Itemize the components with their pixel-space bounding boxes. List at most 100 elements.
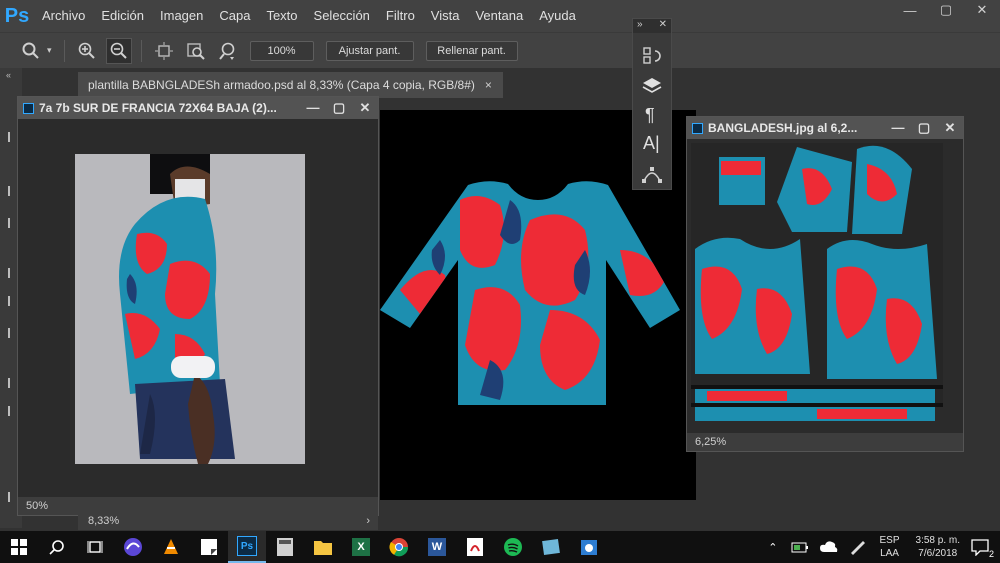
window-titlebar[interactable]: BANGLADESH.jpg al 6,2... — ▢ ✕ [687,117,963,139]
paragraph-icon[interactable]: ¶ [645,105,655,126]
zoom-in-icon [78,42,95,59]
history-icon [643,47,661,64]
battery-icon[interactable] [791,539,809,555]
window-titlebar[interactable]: 7a 7b SUR DE FRANCIA 72X64 BAJA (2)... —… [18,97,378,119]
chevron-up-icon[interactable]: ⌃ [768,541,777,554]
menu-item-ventana[interactable]: Ventana [467,0,531,32]
taskbar-app[interactable] [152,531,190,563]
close-icon[interactable]: ✕ [352,100,378,116]
taskbar-app[interactable] [532,531,570,563]
zoom-level[interactable]: 50% [26,500,48,512]
layers-panel-button[interactable] [641,75,663,102]
taskbar-app-photoshop[interactable]: Ps [228,531,266,563]
chevron-down-icon[interactable]: ▾ [47,45,52,56]
minimize-icon: — [903,2,917,18]
photoshop-logo[interactable]: Ps [0,0,34,32]
maximize-icon: ▢ [939,2,953,17]
taskbar-app[interactable] [494,531,532,563]
taskbar-app[interactable]: X [342,531,380,563]
zoom-level[interactable]: 6,25% [695,436,726,448]
status-arrow-icon[interactable]: › [366,515,370,527]
tool-icon[interactable] [8,406,16,416]
search-button[interactable] [38,531,76,563]
close-button[interactable]: ✕ [964,0,1000,20]
window-controls: — ▢ ✕ [892,0,1000,20]
calendar-app-icon [581,540,597,555]
zoom-all-windows-button[interactable] [183,38,209,64]
menu-item-filtro[interactable]: Filtro [378,0,423,32]
tool-icon[interactable] [8,268,16,278]
document-window-model[interactable]: 7a 7b SUR DE FRANCIA 72X64 BAJA (2)... —… [17,96,379,516]
main-zoom-level[interactable]: 8,33% [88,515,119,527]
taskbar-app[interactable] [190,531,228,563]
menu-item-capa[interactable]: Capa [211,0,258,32]
document-tab-title: plantilla BABNGLADESh armadoo.psd al 8,3… [88,78,475,92]
tool-icon[interactable] [8,378,16,388]
minimize-button[interactable]: — [892,0,928,20]
taskbar-app[interactable] [456,531,494,563]
scrubby-zoom-button[interactable] [215,38,241,64]
close-icon[interactable]: ✕ [659,19,667,33]
taskbar-app[interactable] [380,531,418,563]
menu-items: Archivo Edición Imagen Capa Texto Selección Fi… [34,0,584,32]
close-icon[interactable]: ✕ [937,120,963,136]
window-title: BANGLADESH.jpg al 6,2... [708,121,858,135]
zoom-tool-preset[interactable] [18,38,44,64]
search-icon [49,540,64,555]
taskbar-app[interactable] [304,531,342,563]
zoom-100-button[interactable]: 100% [249,40,314,61]
notification-center-button[interactable]: 2 [968,535,994,559]
menu-item-archivo[interactable]: Archivo [34,0,93,32]
tool-icon[interactable] [8,492,16,502]
resize-windows-button[interactable] [151,38,177,64]
tool-icon[interactable] [8,186,16,196]
collapse-panel-icon[interactable]: « [6,70,11,80]
tool-icon[interactable] [8,218,16,228]
resize-icon [154,41,173,60]
menu-item-ayuda[interactable]: Ayuda [531,0,584,32]
paths-panel-button[interactable] [641,163,663,190]
fit-screen-button[interactable]: Ajustar pant. [325,40,414,61]
character-icon[interactable]: A| [643,133,660,154]
maximize-icon[interactable]: ▢ [911,120,937,136]
taskbar-app[interactable]: W [418,531,456,563]
zoom-in-button[interactable] [74,38,100,64]
history-panel-button[interactable] [641,45,663,72]
document-window-pattern[interactable]: BANGLADESH.jpg al 6,2... — ▢ ✕ 6,25% [686,116,964,452]
cloud-icon[interactable] [819,539,839,555]
tab-close-icon[interactable]: × [485,78,492,92]
maximize-icon[interactable]: ▢ [326,100,352,116]
tool-icon[interactable] [8,132,16,142]
taskbar-app[interactable] [266,531,304,563]
taskbar-app[interactable] [114,531,152,563]
zoom-out-button[interactable] [105,37,132,64]
minimize-icon[interactable]: — [885,120,911,136]
clock[interactable]: 3:58 p. m. 7/6/2018 [916,534,960,560]
pdf-icon [467,538,483,556]
model-illustration [119,154,235,464]
collapsed-panels: » ✕ ¶ A| [632,18,672,190]
tool-icon[interactable] [8,296,16,306]
menu-item-texto[interactable]: Texto [258,0,305,32]
image-viewer-icon [542,538,560,556]
maximize-button[interactable]: ▢ [928,0,964,20]
menu-item-vista[interactable]: Vista [423,0,468,32]
expand-panels-icon[interactable]: » [637,19,643,33]
zoom-all-icon [186,42,205,60]
task-view-icon [87,541,103,553]
language-indicator[interactable]: ESP LAA [880,534,900,560]
layers-icon [642,78,662,93]
document-tab[interactable]: plantilla BABNGLADESh armadoo.psd al 8,3… [78,72,503,98]
menu-item-edicion[interactable]: Edición [93,0,152,32]
start-button[interactable] [0,531,38,563]
menu-item-imagen[interactable]: Imagen [152,0,211,32]
tool-icon[interactable] [8,328,16,338]
task-view-button[interactable] [76,531,114,563]
menu-bar: Ps Archivo Edición Imagen Capa Texto Selecció… [0,0,1000,32]
fill-screen-button[interactable]: Rellenar pant. [425,40,518,61]
photoshop-icon: Ps [237,536,257,556]
network-icon[interactable] [849,539,867,555]
menu-item-seleccion[interactable]: Selección [306,0,378,32]
taskbar-app[interactable] [570,531,608,563]
minimize-icon[interactable]: — [300,100,326,116]
